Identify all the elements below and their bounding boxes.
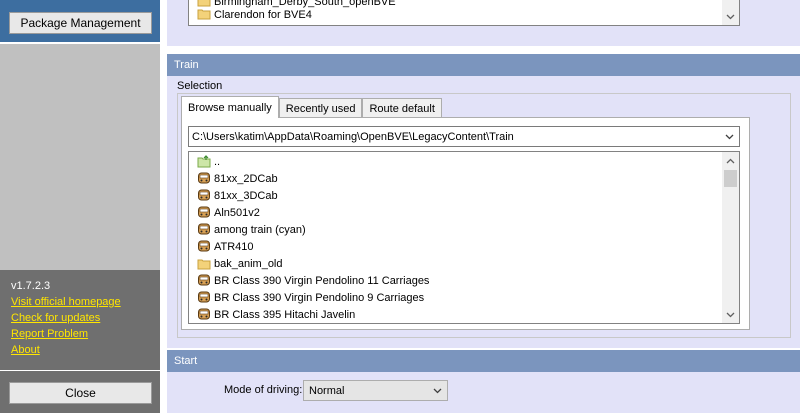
list-item[interactable]: BR Class 390 Virgin Pendolino 9 Carriage…: [197, 289, 424, 306]
list-item-label: BR Class 390 Virgin Pendolino 9 Carriage…: [214, 291, 425, 304]
train-path-value: C:\Users\katim\AppData\Roaming\OpenBVE\L…: [192, 130, 514, 143]
train-icon: [197, 240, 211, 253]
report-problem-link[interactable]: Report Problem: [11, 326, 149, 342]
sidebar-spacer: [0, 42, 160, 270]
train-icon: [197, 291, 211, 304]
about-link[interactable]: About: [11, 342, 149, 358]
train-icon: [197, 189, 211, 202]
list-item-label: among train (cyan): [214, 223, 306, 236]
list-item[interactable]: among train (cyan): [197, 221, 306, 238]
scroll-down-arrow-icon[interactable]: [722, 8, 739, 25]
start-panel: Mode of driving: Normal: [167, 372, 800, 413]
mode-of-driving-select[interactable]: Normal: [303, 380, 448, 401]
train-icon: [197, 206, 211, 219]
list-item[interactable]: ATR410: [197, 238, 254, 255]
selection-tabs: Browse manually Recently used Route defa…: [181, 96, 442, 118]
route-scrollbar[interactable]: [722, 0, 739, 25]
list-item-label: BR Class 395 Hitachi Javelin: [214, 308, 356, 321]
selection-label: Selection: [177, 80, 223, 92]
tab-browse-manually[interactable]: Browse manually: [181, 96, 279, 118]
list-item[interactable]: Clarendon for BVE4: [197, 7, 312, 23]
scroll-up-arrow-icon[interactable]: [722, 152, 739, 169]
folder-icon: [197, 7, 211, 23]
mode-of-driving-label: Mode of driving:: [224, 384, 303, 396]
package-management-button[interactable]: Package Management: [9, 12, 152, 34]
list-item-label: bak_anim_old: [214, 257, 283, 270]
sidebar: Package Management v1.7.2.3 Visit offici…: [0, 0, 160, 413]
version-label: v1.7.2.3: [11, 280, 51, 292]
list-item[interactable]: 81xx_3DCab: [197, 187, 278, 204]
list-item[interactable]: ..: [197, 153, 220, 170]
start-section-header: Start: [167, 350, 800, 372]
list-item[interactable]: 81xx_2DCab: [197, 170, 278, 187]
list-item[interactable]: BR Class 395 Hitachi Javelin: [197, 306, 355, 323]
train-list[interactable]: .. 81xx_2DCab 81xx_3DCab Aln501v2 among …: [188, 151, 740, 324]
chevron-down-icon[interactable]: [722, 129, 737, 144]
close-button[interactable]: Close: [9, 382, 152, 404]
list-item[interactable]: BR Class 390 Virgin Pendolino 11 Carriag…: [197, 272, 429, 289]
train-icon: [197, 274, 211, 287]
mode-of-driving-value: Normal: [309, 384, 345, 397]
train-icon: [197, 172, 211, 185]
scroll-down-arrow-icon[interactable]: [722, 306, 739, 323]
list-item-label: 81xx_2DCab: [214, 172, 278, 185]
train-section-header: Train: [167, 54, 800, 76]
list-item[interactable]: bak_anim_old: [197, 255, 283, 272]
list-item-label: BR Class 390 Virgin Pendolino 11 Carriag…: [214, 274, 430, 287]
list-item-label: 81xx_3DCab: [214, 189, 278, 202]
train-icon: [197, 308, 211, 321]
train-icon: [197, 223, 211, 236]
train-panel: Selection Browse manually Recently used …: [167, 76, 800, 348]
sidebar-footer: Close: [0, 370, 160, 413]
chevron-down-icon[interactable]: [430, 383, 445, 398]
list-item-label: ATR410: [214, 240, 254, 253]
parent-folder-icon: [197, 155, 211, 168]
sidebar-info: v1.7.2.3 Visit official homepage Check f…: [0, 270, 160, 370]
train-path-combobox[interactable]: C:\Users\katim\AppData\Roaming\OpenBVE\L…: [188, 126, 740, 147]
tab-route-default[interactable]: Route default: [362, 98, 442, 118]
main-area: Birmingham_Derby_South_openBVE Clarendon…: [160, 0, 800, 413]
list-item-label: Aln501v2: [214, 206, 260, 219]
route-item-label: Clarendon for BVE4: [214, 9, 312, 21]
check-updates-link[interactable]: Check for updates: [11, 310, 149, 326]
folder-icon: [197, 257, 211, 270]
list-item-label: ..: [214, 155, 221, 168]
route-list[interactable]: Birmingham_Derby_South_openBVE Clarendon…: [188, 0, 740, 26]
route-panel: Birmingham_Derby_South_openBVE Clarendon…: [167, 0, 800, 46]
homepage-link[interactable]: Visit official homepage: [11, 294, 149, 310]
list-item[interactable]: Aln501v2: [197, 204, 260, 221]
scrollbar-thumb[interactable]: [724, 170, 737, 187]
sidebar-header: Package Management: [0, 0, 160, 42]
tab-recently-used[interactable]: Recently used: [278, 98, 363, 118]
train-list-scrollbar[interactable]: [722, 152, 739, 323]
